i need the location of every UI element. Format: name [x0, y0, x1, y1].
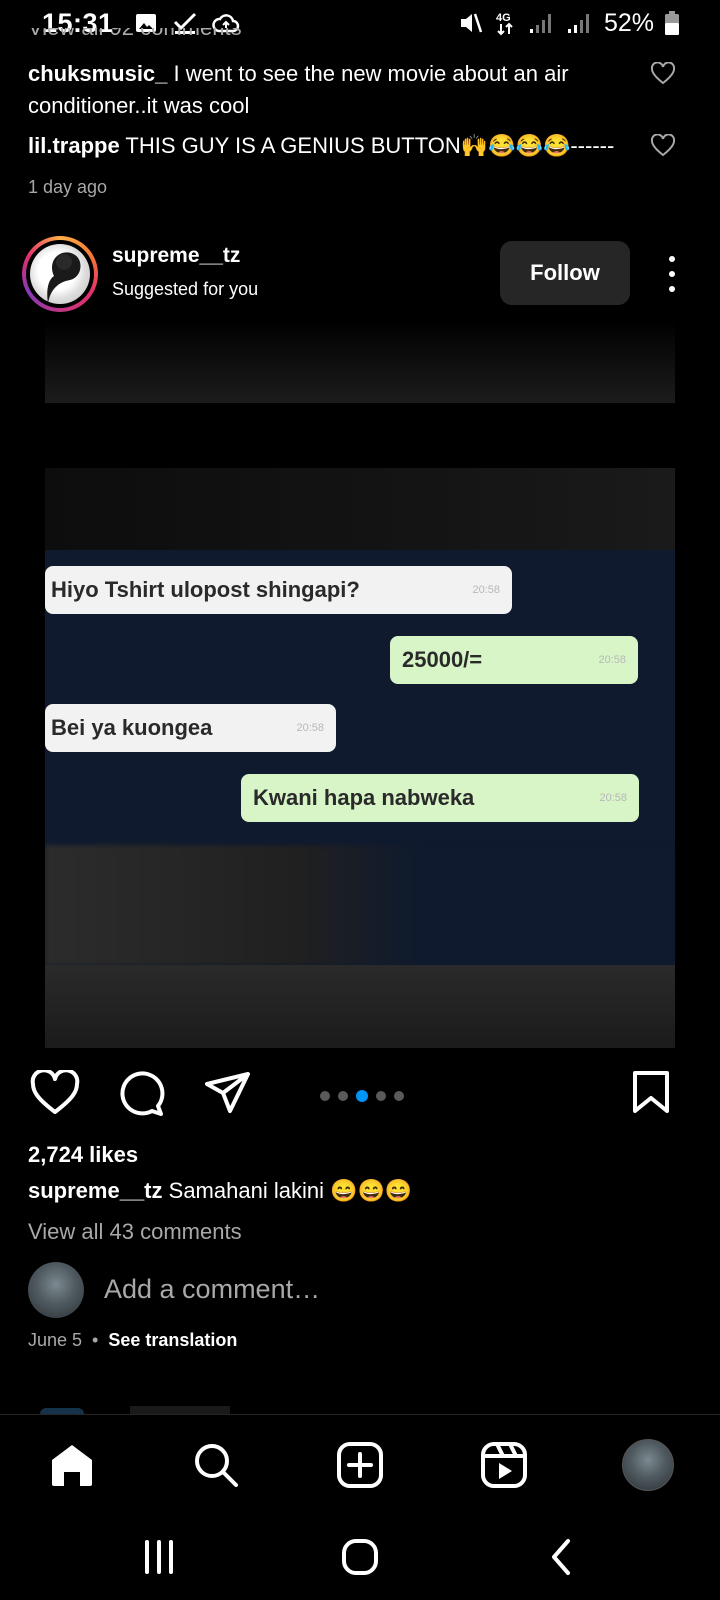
carousel-dot	[376, 1091, 386, 1101]
caption-username[interactable]: supreme__tz	[28, 1178, 163, 1203]
back-icon	[552, 1539, 570, 1575]
view-all-comments-cut[interactable]: View all 92 comments	[28, 28, 242, 46]
share-icon[interactable]	[204, 1070, 252, 1116]
carousel-dot-active	[356, 1090, 368, 1102]
comments-timestamp: 1 day ago	[28, 177, 108, 197]
chat-bubble-outgoing: Kwani hapa nabweka 20:58	[241, 774, 639, 822]
recent-apps-button[interactable]	[134, 1532, 184, 1582]
post-username[interactable]: supreme__tz	[112, 244, 240, 268]
heart-icon[interactable]	[30, 1070, 80, 1116]
home-circle-icon	[342, 1539, 378, 1575]
recent-apps-icon	[145, 1540, 173, 1574]
add-comment-row: Add a comment…	[28, 1262, 688, 1318]
comment-icon[interactable]	[118, 1070, 166, 1118]
chat-message-text: Bei ya kuongea	[51, 715, 213, 740]
carousel-indicator	[320, 1090, 404, 1102]
media-bottom-band	[45, 965, 675, 1048]
signal-icon-1	[529, 14, 551, 33]
carousel-dot	[394, 1091, 404, 1101]
status-right-icons: 4G 52%	[458, 9, 680, 38]
bottom-navigation	[0, 1414, 720, 1514]
chat-message-text: 25000/=	[402, 647, 483, 672]
media-top-band	[45, 320, 675, 403]
nav-search[interactable]	[188, 1437, 244, 1493]
avatar	[30, 244, 90, 304]
system-navigation	[0, 1514, 720, 1600]
comment-username[interactable]: lil.trappe	[28, 133, 120, 158]
chat-message-text: Hiyo Tshirt ulopost shingapi?	[51, 577, 360, 602]
back-button[interactable]	[537, 1532, 587, 1582]
mute-icon	[460, 13, 483, 33]
reels-icon	[481, 1442, 527, 1488]
battery-icon	[665, 11, 679, 35]
nav-reels[interactable]	[476, 1437, 532, 1493]
view-all-comments-link[interactable]: View all 43 comments	[28, 1219, 242, 1245]
likes-count[interactable]: 2,724 likes	[28, 1142, 138, 1168]
follow-button[interactable]: Follow	[500, 241, 630, 305]
comment-username[interactable]: chuksmusic_	[28, 61, 167, 86]
add-comment-input[interactable]: Add a comment…	[104, 1274, 320, 1305]
chat-screenshot: Hiyo Tshirt ulopost shingapi? 20:58 2500…	[45, 468, 675, 965]
nav-home[interactable]	[44, 1437, 100, 1493]
post-date: June 5	[28, 1330, 83, 1350]
caption-text: Samahani lakini 😄😄😄	[168, 1178, 413, 1203]
nav-create[interactable]	[332, 1437, 388, 1493]
bookmark-icon[interactable]	[632, 1070, 670, 1114]
post-header: supreme__tz Suggested for you Follow	[22, 236, 702, 312]
meta-separator: •	[92, 1330, 99, 1350]
carousel-dot	[338, 1091, 348, 1101]
chat-bubble-incoming: Bei ya kuongea 20:58	[45, 704, 336, 752]
network-4g-icon: 4G	[496, 12, 513, 36]
post-actions	[30, 1070, 690, 1120]
comment-item: lil.trappe THIS GUY IS A GENIUS BUTTON🙌😂…	[28, 130, 638, 162]
comment-text: THIS GUY IS A GENIUS BUTTON🙌😂😂😂------	[125, 133, 615, 158]
battery-percent: 52%	[603, 8, 654, 37]
nav-profile[interactable]	[620, 1437, 676, 1493]
home-icon	[52, 1445, 92, 1486]
current-user-avatar	[28, 1262, 84, 1318]
post-meta-row: June 5 • See translation	[28, 1330, 237, 1351]
chat-bubble-outgoing: 25000/= 20:58	[390, 636, 638, 684]
post-media[interactable]: Hiyo Tshirt ulopost shingapi? 20:58 2500…	[45, 320, 675, 1048]
chat-message-time: 20:58	[296, 722, 324, 734]
more-options-icon[interactable]	[662, 256, 682, 292]
signal-icon-2	[567, 14, 589, 33]
next-post-username-peek	[130, 1406, 230, 1414]
chat-message-time: 20:58	[599, 792, 627, 804]
suggested-label: Suggested for you	[112, 279, 259, 299]
profile-avatar	[622, 1439, 674, 1491]
home-button[interactable]	[335, 1532, 385, 1582]
search-icon	[195, 1444, 238, 1487]
chat-message-time: 20:58	[472, 584, 500, 596]
story-ring-avatar[interactable]	[22, 236, 98, 312]
chat-bubble-incoming: Hiyo Tshirt ulopost shingapi? 20:58	[45, 566, 512, 614]
svg-text:4G: 4G	[496, 12, 511, 24]
comment-like-heart-icon[interactable]	[650, 62, 676, 86]
create-icon	[337, 1442, 383, 1488]
post-caption: supreme__tz Samahani lakini 😄😄😄	[28, 1178, 412, 1204]
chat-message-time: 20:58	[598, 654, 626, 666]
chat-message-text: Kwani hapa nabweka	[253, 785, 475, 810]
avatar-portrait	[47, 252, 81, 304]
comment-item: chuksmusic_ I went to see the new movie …	[28, 58, 638, 122]
see-translation-link[interactable]: See translation	[108, 1330, 237, 1351]
comment-like-heart-icon[interactable]	[650, 134, 676, 158]
carousel-dot	[320, 1091, 330, 1101]
